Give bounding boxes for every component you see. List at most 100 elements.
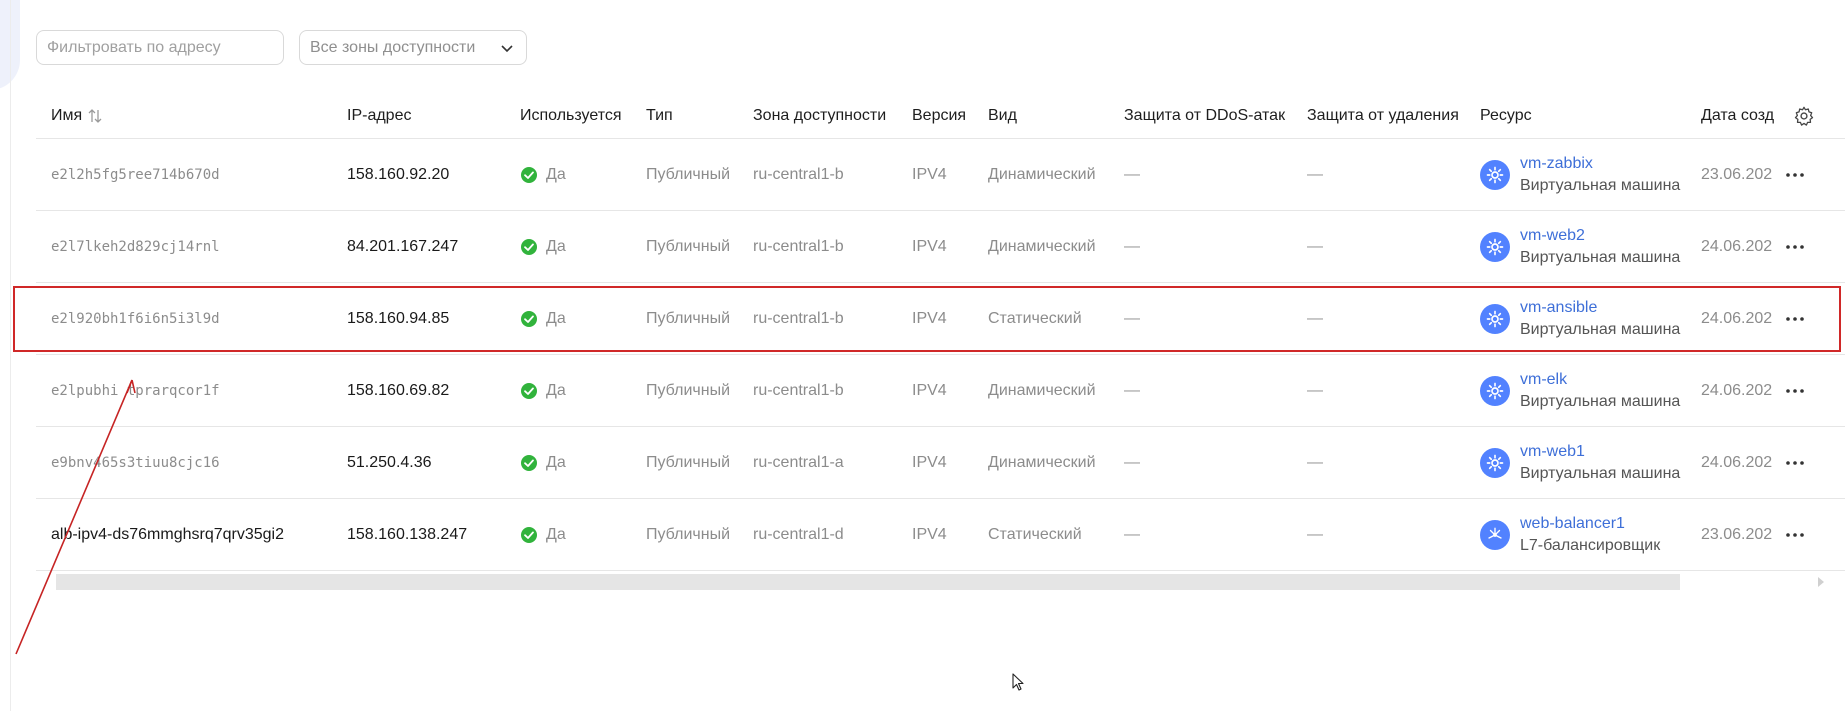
address-name[interactable]: e2l7lkeh2d829cj14rnl [51, 211, 220, 282]
resource-type: Виртуальная машина [1520, 464, 1681, 482]
ip-address: 158.160.92.20 [347, 165, 450, 183]
column-header-deletion: Защита от удаления [1307, 106, 1459, 124]
ip-address: 158.160.138.247 [347, 525, 468, 543]
resource-link[interactable]: vm-zabbix [1520, 153, 1680, 175]
address-name[interactable]: e9bnv465s3tiuu8cjc16 [51, 427, 220, 498]
table-row[interactable]: e9bnv465s3tiuu8cjc16 51.250.4.36 Да Публ… [36, 427, 1845, 499]
address-kind: Динамический [988, 237, 1096, 255]
deletion-protection: — [1307, 453, 1323, 471]
ddos-protection: — [1124, 453, 1140, 471]
balancer-icon [1488, 527, 1502, 539]
scroll-right-arrow-icon[interactable] [1818, 577, 1824, 587]
deletion-protection: — [1307, 165, 1323, 183]
used-status: Да [520, 355, 566, 426]
gear-icon [1486, 454, 1504, 471]
left-divider [10, 0, 11, 711]
resource: web-balancer1 L7-балансировщик [1480, 499, 1660, 570]
check-circle-icon [521, 454, 537, 471]
availability-zone: ru-central1-d [753, 525, 844, 543]
used-label: Да [546, 237, 566, 255]
column-header-zone: Зона доступности [753, 106, 887, 124]
resource-icon [1480, 231, 1510, 262]
more-dots-icon[interactable] [1784, 524, 1806, 546]
address-type: Публичный [646, 453, 731, 471]
ddos-protection: — [1124, 381, 1140, 399]
row-actions-button[interactable] [1784, 499, 1806, 570]
ddos-protection: — [1124, 165, 1140, 183]
column-header-used: Используется [520, 106, 622, 124]
column-header-ip: IP-адрес [347, 106, 412, 124]
mouse-cursor-icon [1012, 673, 1024, 691]
used-label: Да [546, 525, 566, 543]
creation-date: 23.06.202 [1701, 165, 1773, 183]
table-row[interactable]: e2l2h5fg5ree714b670d 158.160.92.20 Да Пу… [36, 139, 1845, 211]
creation-date: 24.06.202 [1701, 453, 1773, 471]
creation-date: 24.06.202 [1701, 237, 1773, 255]
more-dots-icon[interactable] [1784, 236, 1806, 258]
more-dots-icon[interactable] [1784, 380, 1806, 402]
check-circle-icon [521, 526, 537, 543]
resource-type: Виртуальная машина [1520, 176, 1681, 194]
address-type: Публичный [646, 381, 731, 399]
column-header-kind: Вид [988, 106, 1017, 124]
ip-version: IPV4 [912, 453, 947, 471]
address-name[interactable]: e2l2h5fg5ree714b670d [51, 139, 220, 210]
table-settings-button[interactable] [1793, 93, 1815, 138]
table-header: Имя IP-адрес Используется Тип Зона досту… [36, 93, 1845, 139]
used-label: Да [546, 165, 566, 183]
settings-gear-icon[interactable] [1793, 105, 1815, 127]
address-name[interactable]: e2lpubhi tprarqcor1f [51, 355, 220, 426]
deletion-protection: — [1307, 381, 1323, 399]
gear-icon [1486, 238, 1504, 255]
gear-icon [1486, 382, 1504, 399]
column-header-name-label: Имя [51, 106, 83, 124]
used-status: Да [520, 139, 566, 210]
ip-address: 51.250.4.36 [347, 453, 432, 471]
address-type: Публичный [646, 165, 731, 183]
check-circle-icon [521, 166, 537, 183]
used-status: Да [520, 499, 566, 570]
table-row[interactable]: e2lpubhi tprarqcor1f 158.160.69.82 Да Пу… [36, 355, 1845, 427]
zone-select-value: Все зоны доступности [310, 38, 476, 56]
deletion-protection: — [1307, 525, 1323, 543]
availability-zone: ru-central1-a [753, 453, 844, 471]
row-actions-button[interactable] [1784, 355, 1806, 426]
used-label: Да [546, 453, 566, 471]
sort-arrows-icon[interactable] [86, 107, 104, 125]
column-header-date: Дата созд [1701, 106, 1775, 124]
address-name[interactable]: alb-ipv4-ds76mmghsrq7qrv35gi2 [51, 499, 284, 570]
used-label: Да [546, 381, 566, 399]
resource: vm-elk Виртуальная машина [1480, 355, 1680, 426]
table-row[interactable]: alb-ipv4-ds76mmghsrq7qrv35gi2 158.160.13… [36, 499, 1845, 571]
resource-link[interactable]: web-balancer1 [1520, 513, 1660, 535]
resource-type: L7-балансировщик [1520, 536, 1661, 554]
column-header-name[interactable]: Имя [51, 93, 104, 138]
row-actions-button[interactable] [1784, 139, 1806, 210]
used-status: Да [520, 427, 566, 498]
column-header-type: Тип [646, 106, 673, 124]
resource-icon [1480, 375, 1510, 406]
address-kind: Динамический [988, 165, 1096, 183]
resource-link[interactable]: vm-web2 [1520, 225, 1680, 247]
zone-select[interactable]: Все зоны доступности [299, 30, 527, 65]
column-header-resource: Ресурс [1480, 106, 1532, 124]
more-dots-icon[interactable] [1784, 164, 1806, 186]
creation-date: 23.06.202 [1701, 525, 1773, 543]
resource-link[interactable]: vm-web1 [1520, 441, 1680, 463]
availability-zone: ru-central1-b [753, 237, 844, 255]
horizontal-scrollbar[interactable] [56, 574, 1680, 590]
row-actions-button[interactable] [1784, 427, 1806, 498]
ddos-protection: — [1124, 525, 1140, 543]
ddos-protection: — [1124, 237, 1140, 255]
check-circle-icon [521, 238, 537, 255]
resource-link[interactable]: vm-elk [1520, 369, 1680, 391]
more-dots-icon[interactable] [1784, 452, 1806, 474]
ip-version: IPV4 [912, 381, 947, 399]
ip-address: 84.201.167.247 [347, 237, 459, 255]
column-header-version: Версия [912, 106, 967, 124]
address-kind: Динамический [988, 453, 1096, 471]
address-filter-input[interactable] [36, 30, 284, 65]
table-row[interactable]: e2l7lkeh2d829cj14rnl 84.201.167.247 Да П… [36, 211, 1845, 283]
resource: vm-web1 Виртуальная машина [1480, 427, 1680, 498]
row-actions-button[interactable] [1784, 211, 1806, 282]
